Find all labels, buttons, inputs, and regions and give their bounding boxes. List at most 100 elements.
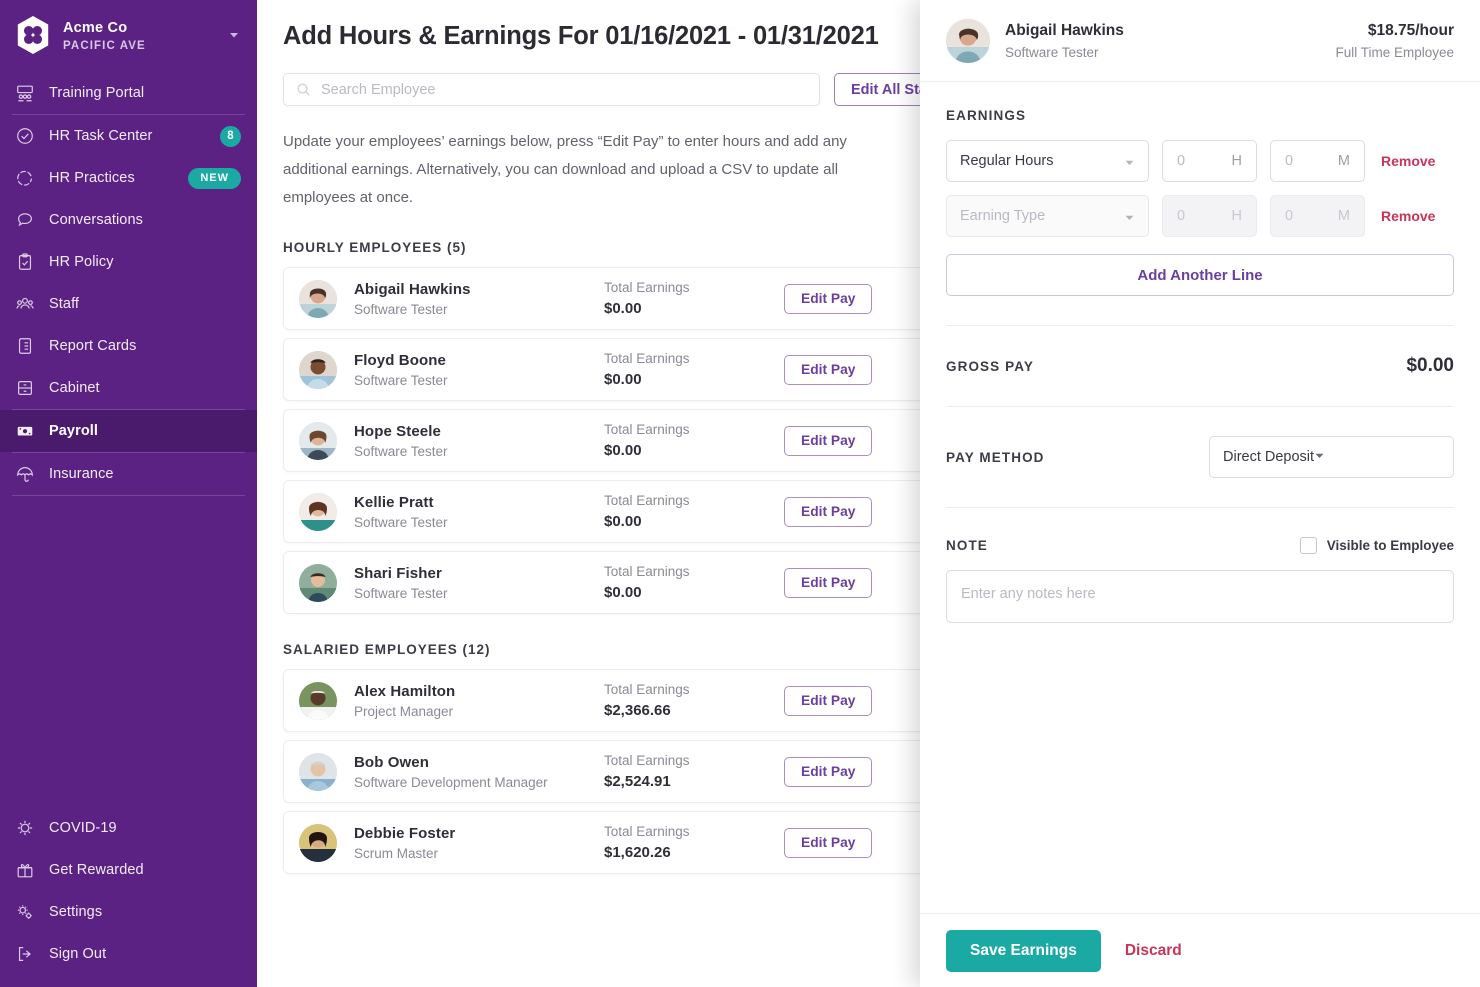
employee-name: Floyd Boone — [354, 352, 604, 369]
sidebar-item-hr-policy[interactable]: HR Policy — [0, 241, 257, 283]
pay-method-row: PAY METHOD Direct Deposit — [946, 436, 1454, 478]
panel-footer: Save Earnings Discard — [920, 913, 1480, 987]
pay-method-select[interactable]: Direct Deposit — [1209, 436, 1454, 478]
people-icon — [14, 293, 36, 315]
sidebar-item-covid-19[interactable]: COVID-19 — [0, 807, 257, 849]
table-row[interactable]: Abigail Hawkins Software Tester Total Ea… — [283, 267, 935, 330]
total-earnings-label: Total Earnings — [604, 564, 784, 579]
chevron-down-icon[interactable] — [227, 28, 241, 42]
table-row[interactable]: Debbie Foster Scrum Master Total Earning… — [283, 811, 935, 874]
save-earnings-button[interactable]: Save Earnings — [946, 930, 1101, 972]
minutes-input-1[interactable]: 0 M — [1270, 140, 1365, 182]
total-earnings-label: Total Earnings — [604, 280, 784, 295]
employee-identity: Hope Steele Software Tester — [354, 423, 604, 459]
sidebar-item-label: Staff — [49, 296, 241, 312]
gross-pay-value: $0.00 — [1406, 355, 1454, 377]
sidebar-item-settings[interactable]: Settings — [0, 891, 257, 933]
sidebar-item-label: Training Portal — [49, 85, 241, 101]
remove-line-1-button[interactable]: Remove — [1381, 153, 1435, 169]
panel-body: EARNINGS Regular Hours 0 H 0 — [920, 82, 1480, 913]
sidebar-item-label: Cabinet — [49, 380, 241, 396]
total-earnings-value: $0.00 — [604, 584, 784, 601]
visible-to-employee-checkbox[interactable]: Visible to Employee — [1300, 537, 1454, 554]
hours-input-2[interactable]: 0 H — [1162, 195, 1257, 237]
hours-input-1[interactable]: 0 H — [1162, 140, 1257, 182]
hours-value: 0 — [1177, 153, 1232, 169]
employee-identity: Floyd Boone Software Tester — [354, 352, 604, 388]
edit-pay-button[interactable]: Edit Pay — [784, 757, 872, 787]
edit-pay-button[interactable]: Edit Pay — [784, 284, 872, 314]
sidebar-item-payroll[interactable]: Payroll — [0, 410, 257, 452]
divider — [946, 406, 1454, 407]
minutes-input-2[interactable]: 0 M — [1270, 195, 1365, 237]
total-earnings-value: $1,620.26 — [604, 844, 784, 861]
page-description: Update your employees’ earnings below, p… — [283, 128, 913, 212]
remove-line-2-button[interactable]: Remove — [1381, 208, 1435, 224]
total-earnings-label: Total Earnings — [604, 422, 784, 437]
employee-earnings: Total Earnings $0.00 — [604, 280, 784, 317]
gift-icon — [14, 859, 36, 881]
employee-identity: Kellie Pratt Software Tester — [354, 494, 604, 530]
visible-to-employee-label: Visible to Employee — [1327, 538, 1454, 553]
employee-earnings: Total Earnings $0.00 — [604, 422, 784, 459]
minutes-value: 0 — [1285, 153, 1338, 169]
table-row[interactable]: Floyd Boone Software Tester Total Earnin… — [283, 338, 935, 401]
total-earnings-value: $0.00 — [604, 371, 784, 388]
gears-icon — [14, 901, 36, 923]
employee-role: Scrum Master — [354, 846, 604, 861]
sidebar-item-insurance[interactable]: Insurance — [0, 453, 257, 495]
sidebar-item-label: HR Policy — [49, 254, 241, 270]
sidebar-item-conversations[interactable]: Conversations — [0, 199, 257, 241]
add-another-line-button[interactable]: Add Another Line — [946, 254, 1454, 296]
sidebar-item-training-portal[interactable]: Training Portal — [0, 72, 257, 114]
note-textarea[interactable] — [946, 570, 1454, 623]
table-row[interactable]: Shari Fisher Software Tester Total Earni… — [283, 551, 935, 614]
edit-pay-button[interactable]: Edit Pay — [784, 355, 872, 385]
task-count-badge: 8 — [220, 126, 241, 147]
table-row[interactable]: Bob Owen Software Development Manager To… — [283, 740, 935, 803]
sidebar-item-label: Sign Out — [49, 946, 241, 962]
brand-switcher[interactable]: Acme Co PACIFIC AVE — [0, 0, 257, 72]
sidebar-item-hr-practices[interactable]: HR Practices NEW — [0, 157, 257, 199]
sidebar-item-label: HR Task Center — [49, 128, 220, 144]
gross-pay-label: GROSS PAY — [946, 359, 1034, 374]
table-row[interactable]: Alex Hamilton Project Manager Total Earn… — [283, 669, 935, 732]
virus-icon — [14, 817, 36, 839]
company-location: PACIFIC AVE — [63, 40, 227, 52]
edit-pay-button[interactable]: Edit Pay — [784, 568, 872, 598]
table-row[interactable]: Kellie Pratt Software Tester Total Earni… — [283, 480, 935, 543]
edit-pay-button[interactable]: Edit Pay — [784, 686, 872, 716]
earning-type-select-2[interactable]: Earning Type — [946, 195, 1149, 237]
total-earnings-value: $2,524.91 — [604, 773, 784, 790]
discard-button[interactable]: Discard — [1125, 942, 1182, 960]
sidebar-item-cabinet[interactable]: Cabinet — [0, 367, 257, 409]
sidebar-item-report-cards[interactable]: Report Cards — [0, 325, 257, 367]
panel-employee-type: Full Time Employee — [1335, 45, 1454, 60]
edit-pay-button[interactable]: Edit Pay — [784, 426, 872, 456]
hours-value: 0 — [1177, 208, 1232, 224]
search-input[interactable] — [321, 82, 807, 98]
table-row[interactable]: Hope Steele Software Tester Total Earnin… — [283, 409, 935, 472]
payroll-app: Acme Co PACIFIC AVE Training Portal — [0, 0, 1480, 987]
employee-earnings: Total Earnings $0.00 — [604, 351, 784, 388]
employee-name: Shari Fisher — [354, 565, 604, 582]
divider — [946, 325, 1454, 326]
sidebar-item-get-rewarded[interactable]: Get Rewarded — [0, 849, 257, 891]
chat-bubble-icon — [14, 209, 36, 231]
edit-pay-button[interactable]: Edit Pay — [784, 497, 872, 527]
edit-pay-panel: Abigail Hawkins Software Tester $18.75/h… — [920, 0, 1480, 987]
sidebar-item-label: COVID-19 — [49, 820, 241, 836]
sidebar-item-label: Insurance — [49, 466, 241, 482]
divider — [946, 507, 1454, 508]
minutes-unit: M — [1338, 153, 1350, 169]
edit-pay-button[interactable]: Edit Pay — [784, 828, 872, 858]
sidebar-item-hr-task-center[interactable]: HR Task Center 8 — [0, 115, 257, 157]
sidebar-item-staff[interactable]: Staff — [0, 283, 257, 325]
earnings-section-label: EARNINGS — [946, 108, 1454, 123]
acme-hex-logo-icon — [14, 14, 52, 56]
note-label: NOTE — [946, 538, 988, 553]
search-employee-box[interactable] — [283, 73, 820, 106]
employee-identity: Debbie Foster Scrum Master — [354, 825, 604, 861]
earning-type-select-1[interactable]: Regular Hours — [946, 140, 1149, 182]
sidebar-item-sign-out[interactable]: Sign Out — [0, 933, 257, 975]
